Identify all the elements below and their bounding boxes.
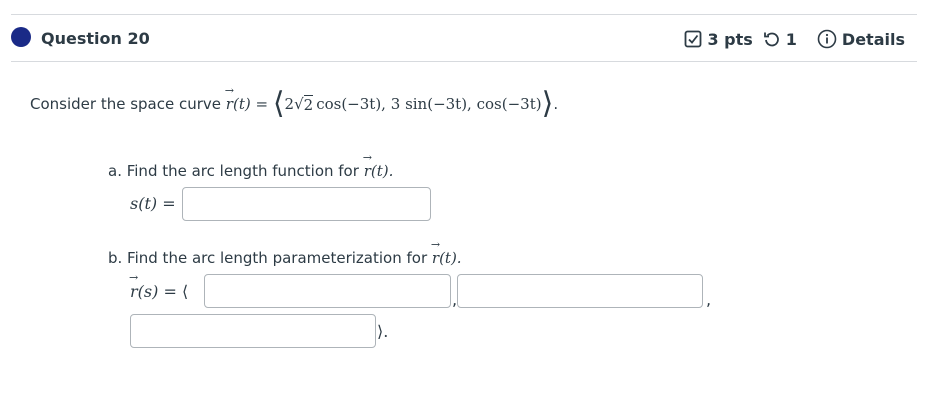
term-cos-2: cos(−3t) xyxy=(476,95,542,113)
term-sin: sin(−3t), xyxy=(405,95,472,113)
checkbox-icon xyxy=(684,30,702,48)
coef-2: 2 xyxy=(284,95,295,113)
sqrt-argument: 2 xyxy=(303,94,314,114)
coef-3: 3 xyxy=(390,95,401,113)
r-argument: (t) = xyxy=(232,95,269,113)
right-angle-bracket: ⟩ xyxy=(541,86,554,121)
separator-comma: , xyxy=(706,290,712,309)
prompt-lead: Consider the space curve xyxy=(30,95,222,113)
part-a-text: a. Find the arc length function for r(t)… xyxy=(108,151,394,180)
info-icon[interactable] xyxy=(817,29,837,49)
arc-length-input[interactable] xyxy=(182,187,431,221)
r-vector-symbol: r xyxy=(363,151,372,180)
question-prompt: Consider the space curve r (t) = ⟨ 2 √2 … xyxy=(30,84,559,121)
param-input-y[interactable] xyxy=(457,274,703,308)
term-cos: cos(−3t), xyxy=(316,95,386,113)
r-of-s-label: r(s) = ⟨ xyxy=(129,271,189,301)
question-meta: 3 pts 1 Details xyxy=(684,29,905,49)
r-vector-symbol: r xyxy=(431,238,440,267)
r-argument: (t). xyxy=(439,249,462,267)
r-of-s-argument: (s) = xyxy=(137,282,177,301)
prompt-period: . xyxy=(553,95,559,113)
left-angle-bracket: ⟨ xyxy=(181,282,189,301)
sqrt-sign: √ xyxy=(294,95,304,113)
retry-icon xyxy=(763,30,781,48)
points-value: 3 pts xyxy=(707,29,753,49)
header-divider xyxy=(11,61,917,62)
question-title: Question 20 xyxy=(41,29,150,48)
part-b-instruction: b. Find the arc length parameterization … xyxy=(108,249,428,267)
s-of-t-label: s(t) = xyxy=(130,194,176,213)
r-vector-symbol: r xyxy=(225,84,234,113)
top-divider xyxy=(11,14,917,15)
part-a-instruction: a. Find the arc length function for xyxy=(108,162,359,180)
r-vector-symbol: r xyxy=(129,271,138,301)
question-status-dot xyxy=(11,27,31,47)
part-b-text: b. Find the arc length parameterization … xyxy=(108,238,462,267)
attempts-count: 1 xyxy=(785,29,797,49)
param-input-x[interactable] xyxy=(204,274,451,308)
right-angle-bracket-close: ⟩. xyxy=(377,322,389,341)
details-link[interactable]: Details xyxy=(842,30,905,49)
r-argument: (t). xyxy=(370,162,394,180)
left-angle-bracket: ⟨ xyxy=(272,86,285,121)
param-input-z[interactable] xyxy=(130,314,376,348)
